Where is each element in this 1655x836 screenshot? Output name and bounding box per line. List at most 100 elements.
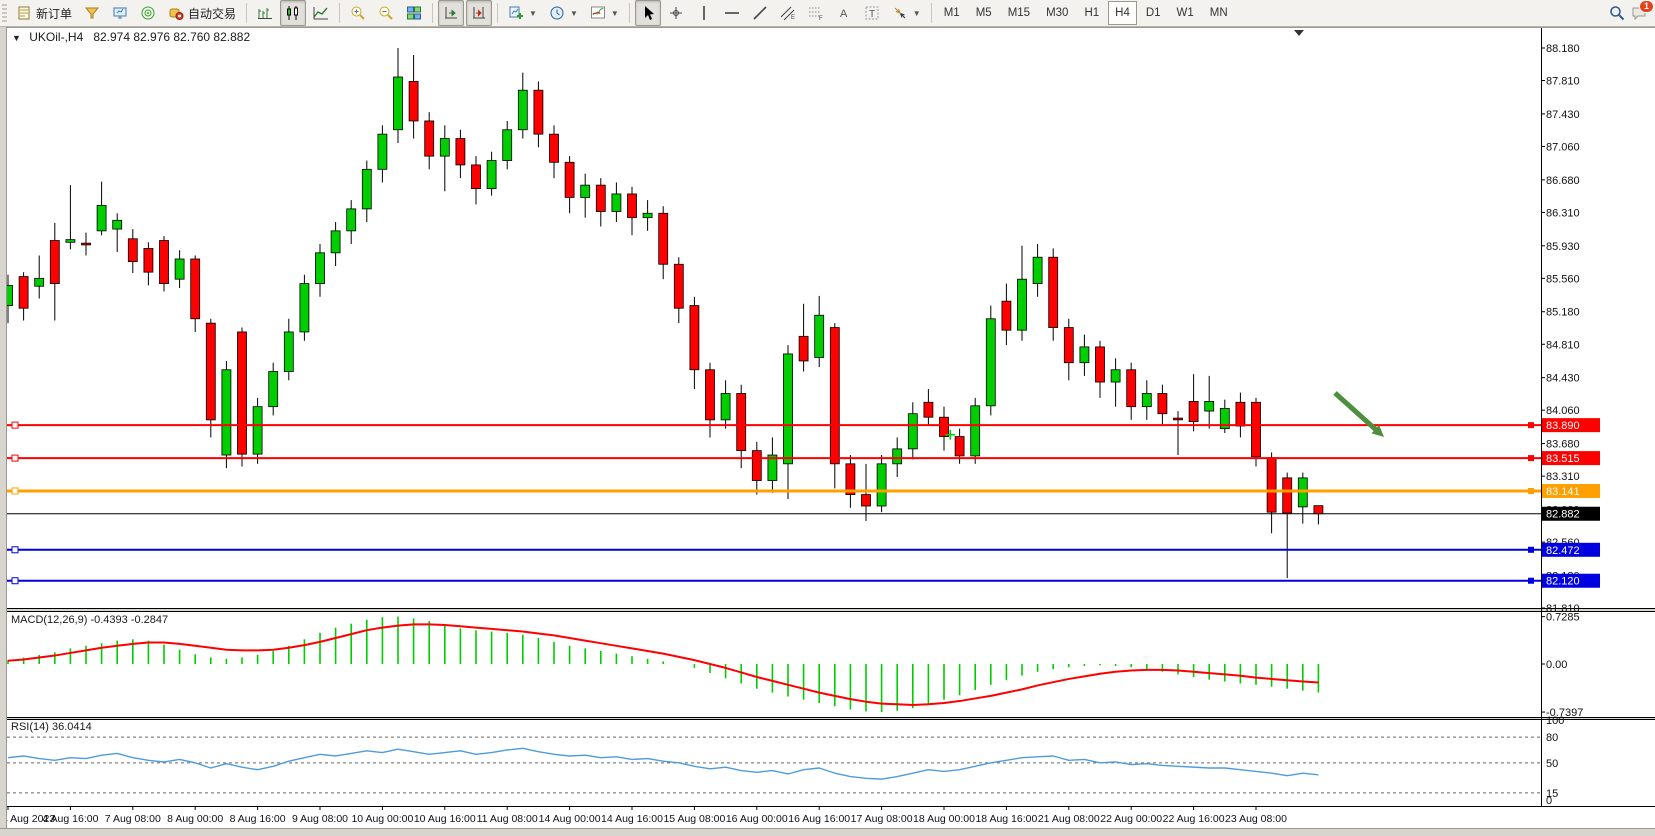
zoom-out-icon — [378, 5, 394, 21]
fibonacci-tool-button[interactable]: F — [803, 0, 829, 26]
auto-trading-label: 自动交易 — [188, 5, 236, 22]
candle — [534, 90, 543, 134]
candle — [830, 328, 839, 464]
time-axis-label: 23 Aug 08:00 — [1225, 813, 1287, 825]
candle — [628, 194, 637, 218]
candlestick-mode-button[interactable] — [280, 0, 306, 26]
market-watch-button[interactable] — [79, 0, 105, 26]
price-tag-label: 83.141 — [1546, 486, 1580, 498]
rsi-axis-label: 50 — [1546, 758, 1558, 770]
fibonacci-icon: F — [808, 5, 824, 21]
line-handle[interactable] — [12, 422, 18, 428]
candle — [222, 370, 231, 455]
price-axis-label: 85.560 — [1546, 273, 1580, 285]
horizontal-line-icon — [724, 5, 740, 21]
line-chart-icon — [313, 5, 329, 21]
line-chart-mode-button[interactable] — [308, 0, 334, 26]
horizontal-line-tool-button[interactable] — [719, 0, 745, 26]
macd-indicator-label: MACD(12,26,9) -0.4393 -0.2847 — [11, 614, 168, 626]
candle — [1158, 393, 1167, 413]
chart-title: ▼ UKOil-,H4 82.974 82.976 82.760 82.882 — [12, 30, 250, 44]
candle — [175, 259, 184, 279]
macd-axis-label: 0.00 — [1546, 659, 1567, 671]
line-handle[interactable] — [1528, 422, 1534, 428]
line-handle[interactable] — [12, 455, 18, 461]
auto-scroll-button[interactable] — [438, 0, 464, 26]
strategy-tester-button[interactable] — [135, 0, 161, 26]
candle — [643, 213, 652, 217]
cursor-tool-button[interactable] — [635, 0, 661, 26]
collapse-triangle-icon[interactable]: ▼ — [12, 33, 21, 43]
tab-timeframe-d1[interactable]: D1 — [1139, 1, 1168, 25]
time-axis-label: 8 Aug 16:00 — [230, 813, 286, 825]
shapes-tool-button[interactable]: ▼ — [887, 0, 926, 26]
tab-timeframe-mn[interactable]: MN — [1203, 1, 1235, 25]
toolbar-separator — [629, 3, 630, 23]
tab-timeframe-h4[interactable]: H4 — [1108, 1, 1137, 25]
line-handle[interactable] — [1528, 488, 1534, 494]
chart-ohlc-values: 82.974 82.976 82.760 82.882 — [93, 30, 250, 44]
equidistant-channel-icon: E — [780, 5, 796, 21]
chart-shift-button[interactable] — [466, 0, 492, 26]
line-handle[interactable] — [12, 578, 18, 584]
candle — [1267, 458, 1276, 513]
candle — [674, 264, 683, 308]
price-axis-label: 85.930 — [1546, 241, 1580, 253]
candle — [799, 336, 808, 361]
new-order-button[interactable]: 新订单 — [11, 0, 77, 26]
window-bottom-edge[interactable] — [0, 828, 1655, 836]
crosshair-tool-button[interactable] — [663, 0, 689, 26]
candle — [191, 259, 200, 319]
chart-canvas[interactable]: 88.18087.81087.43087.06086.68086.31085.9… — [0, 0, 1655, 836]
tab-timeframe-m5[interactable]: M5 — [969, 1, 999, 25]
candle — [1033, 257, 1042, 283]
clock-icon — [549, 5, 565, 21]
target-icon — [140, 5, 156, 21]
zoom-out-button[interactable] — [373, 0, 399, 26]
candle — [955, 437, 964, 456]
tab-timeframe-m15[interactable]: M15 — [1001, 1, 1037, 25]
new-chart-button[interactable]: ▼ — [503, 0, 542, 26]
tile-windows-button[interactable] — [401, 0, 427, 26]
line-handle[interactable] — [12, 488, 18, 494]
search-icon[interactable] — [1609, 5, 1625, 21]
line-handle[interactable] — [1528, 578, 1534, 584]
auto-trading-button[interactable]: 自动交易 — [163, 0, 241, 26]
text-tool-button[interactable]: A — [831, 0, 857, 26]
tab-timeframe-w1[interactable]: W1 — [1170, 1, 1201, 25]
channel-tool-button[interactable]: E — [775, 0, 801, 26]
candle — [690, 306, 699, 370]
candle — [706, 370, 715, 420]
candle — [1283, 478, 1292, 513]
tab-timeframe-m30[interactable]: M30 — [1039, 1, 1075, 25]
bar-chart-mode-button[interactable] — [252, 0, 278, 26]
tab-timeframe-m1[interactable]: M1 — [937, 1, 967, 25]
candle — [35, 278, 44, 286]
new-order-icon — [16, 5, 32, 21]
time-axis-label: 16 Aug 16:00 — [788, 813, 850, 825]
candle — [721, 393, 730, 419]
candle — [908, 414, 917, 449]
monitor-icon — [112, 5, 128, 21]
price-axis-label: 85.180 — [1546, 307, 1580, 319]
profiles-button[interactable]: ▼ — [544, 0, 583, 26]
svg-text:F: F — [819, 16, 823, 21]
zoom-in-button[interactable] — [345, 0, 371, 26]
notifications-button[interactable]: 1 — [1631, 5, 1647, 21]
auto-trading-icon — [168, 5, 184, 21]
trendline-tool-button[interactable] — [747, 0, 773, 26]
candle — [940, 417, 949, 436]
line-handle[interactable] — [1528, 455, 1534, 461]
tab-timeframe-h1[interactable]: H1 — [1077, 1, 1106, 25]
candle — [565, 162, 574, 197]
toolbar-separator — [931, 3, 932, 23]
vertical-line-tool-button[interactable] — [691, 0, 717, 26]
candle — [1049, 257, 1058, 327]
label-tool-button[interactable]: T — [859, 0, 885, 26]
time-axis-label: 11 Aug 08:00 — [477, 813, 538, 825]
terminal-button[interactable] — [107, 0, 133, 26]
indicators-button[interactable]: ▼ — [585, 0, 624, 26]
line-handle[interactable] — [1528, 547, 1534, 553]
toolbar-separator — [339, 3, 340, 23]
line-handle[interactable] — [12, 547, 18, 553]
